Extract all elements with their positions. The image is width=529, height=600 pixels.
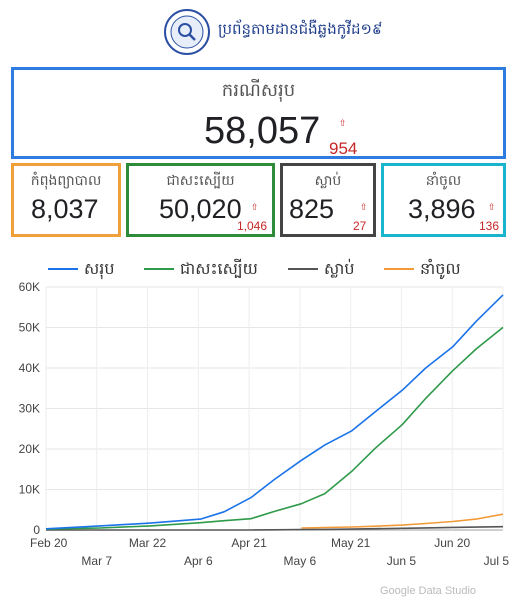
imported-delta: 136	[479, 219, 500, 233]
x-tick-label: Mar 22	[129, 536, 167, 550]
x-tick-label: Jun 20	[434, 536, 470, 550]
imported-value: 3,896	[408, 194, 476, 224]
deaths-delta: 27	[353, 219, 367, 233]
treatment-label: កំពុងព្យាបាល	[30, 173, 102, 189]
series-line-imported	[301, 513, 504, 529]
legend-swatch	[288, 268, 318, 270]
recovered-card: ជាសះស្បើយ 50,020 ⇧ 1,046	[126, 163, 275, 237]
x-tick-label: Feb 20	[30, 536, 68, 550]
deaths-value: 825	[289, 194, 335, 224]
increase-arrow-icon: ⇧	[339, 119, 347, 129]
x-tick-label: Jul 5	[484, 554, 510, 568]
cases-line-chart: 0 10K 20K 30K 40K 50K 60K Feb 20 Mar 7 Mar 22 Apr …	[19, 282, 510, 568]
legend-label-deaths: ស្លាប់	[324, 259, 355, 278]
y-tick-label: 60K	[19, 282, 40, 294]
recovered-value: 50,020	[159, 194, 242, 224]
total-cases-label: ករណីសរុប	[221, 80, 296, 101]
x-tick-label: May 21	[331, 536, 371, 550]
y-tick-label: 10K	[19, 483, 40, 497]
recovered-label: ជាសះស្បើយ	[166, 173, 235, 189]
app-title: ប្រព័ន្ធតាមដានជំងឺឆ្លងកូវីដ១៩	[218, 20, 383, 38]
x-tick-label: Jun 5	[387, 554, 417, 568]
legend-label-recovered: ជាសះស្បើយ	[180, 259, 258, 278]
y-tick-label: 20K	[19, 442, 40, 456]
treatment-value: 8,037	[31, 194, 99, 224]
app-header: ប្រព័ន្ធតាមដានជំងឺឆ្លងកូវីដ១៩	[0, 0, 529, 62]
legend-swatch	[48, 268, 78, 270]
y-tick-label: 0	[33, 523, 40, 537]
total-cases-delta: 954	[329, 139, 358, 158]
x-tick-label: Apr 6	[184, 554, 213, 568]
x-tick-label: May 6	[284, 554, 317, 568]
y-tick-label: 50K	[19, 321, 40, 335]
increase-arrow-icon: ⇧	[251, 203, 259, 213]
deaths-card: ស្លាប់ 825 ⇧ 27	[280, 163, 376, 237]
imported-label: នាំចូល	[425, 173, 462, 189]
total-cases-value: 58,057	[204, 110, 321, 152]
data-studio-watermark: Google Data Studio	[380, 585, 477, 597]
imported-card: នាំចូល 3,896 ⇧ 136	[381, 163, 506, 237]
x-tick-label: Apr 21	[231, 536, 267, 550]
y-tick-label: 40K	[19, 361, 40, 375]
increase-arrow-icon: ⇧	[360, 203, 368, 213]
total-cases-card: ករណីសរុប 58,057 ⇧ 954	[11, 67, 506, 159]
deaths-label: ស្លាប់	[314, 173, 342, 189]
ministry-seal-logo	[164, 9, 210, 55]
y-tick-label: 30K	[19, 402, 40, 416]
recovered-delta: 1,046	[237, 219, 268, 233]
legend-swatch	[144, 268, 174, 270]
series-line-total	[45, 294, 504, 530]
treatment-card: កំពុងព្យាបាល 8,037	[11, 163, 121, 237]
legend-label-imported: នាំចូល	[420, 259, 461, 278]
series-line-recovered	[45, 326, 504, 530]
x-tick-label: Mar 7	[81, 554, 112, 568]
legend-label-total: សរុប	[84, 259, 115, 278]
legend-swatch	[384, 268, 414, 270]
increase-arrow-icon: ⇧	[488, 203, 496, 213]
chart-legend: សរុប ជាសះស្បើយ ស្លាប់ នាំចូល	[0, 258, 529, 282]
